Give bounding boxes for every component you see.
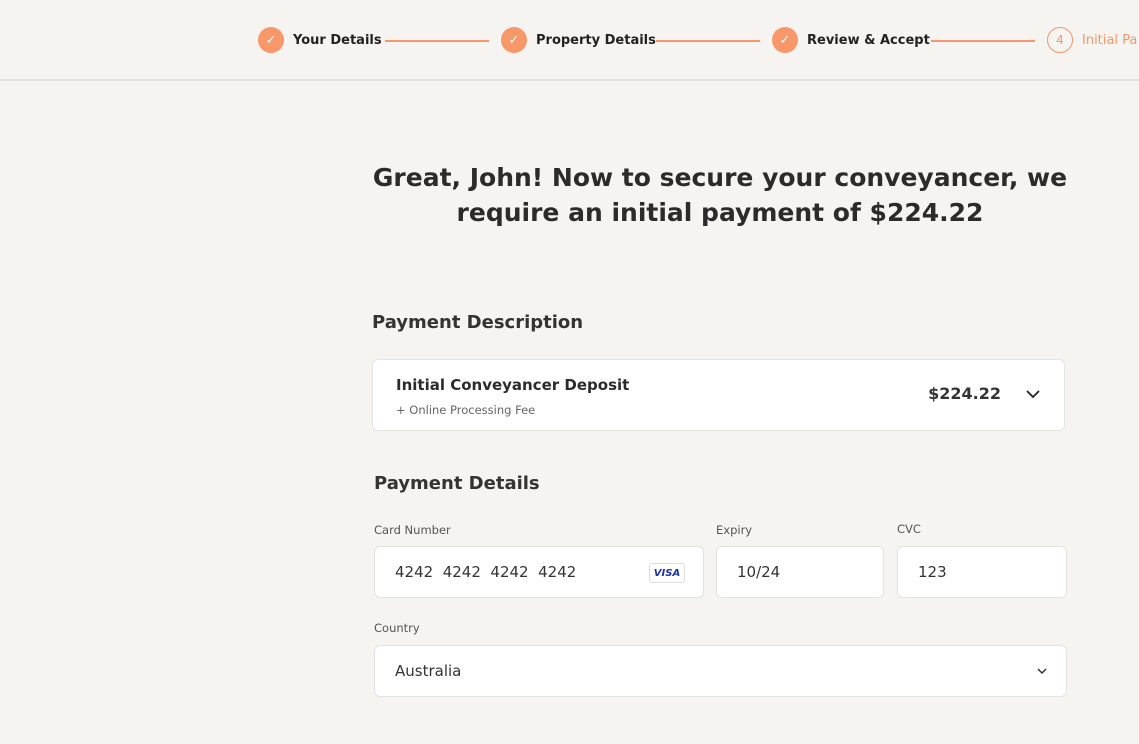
country-value: Australia [395, 662, 462, 680]
check-icon: ✓ [772, 27, 798, 53]
step-connector [385, 40, 489, 42]
check-icon: ✓ [501, 27, 527, 53]
progress-header: ✓ Your Details ✓ Property Details ✓ Revi… [0, 0, 1139, 81]
check-icon: ✓ [258, 27, 284, 53]
cvc-input[interactable]: 123 [897, 546, 1067, 598]
expiry-input[interactable]: 10/24 [716, 546, 884, 598]
step-connector [656, 40, 760, 42]
payment-description-title: Payment Description [372, 312, 584, 333]
item-amount: $224.22 [928, 384, 1001, 403]
step-initial-payment: 4 Initial Pa [1047, 27, 1137, 53]
item-subtext: + Online Processing Fee [396, 403, 536, 417]
step-connector [931, 40, 1035, 42]
visa-icon: VISA [649, 563, 685, 583]
step-property-details[interactable]: ✓ Property Details [501, 27, 656, 53]
step-number: 4 [1047, 27, 1073, 53]
card-number-value: 4242 4242 4242 4242 [395, 563, 577, 581]
cvc-label: CVC [897, 522, 921, 536]
payment-details-title: Payment Details [374, 473, 540, 494]
payment-description-card[interactable]: Initial Conveyancer Deposit + Online Pro… [372, 359, 1065, 431]
expiry-label: Expiry [716, 523, 753, 537]
card-number-input[interactable]: 4242 4242 4242 4242 VISA [374, 546, 704, 598]
chevron-down-icon [1037, 668, 1047, 675]
country-label: Country [374, 621, 420, 635]
step-review-accept[interactable]: ✓ Review & Accept [772, 27, 930, 53]
item-name: Initial Conveyancer Deposit [396, 376, 630, 394]
chevron-down-icon[interactable] [1025, 388, 1041, 400]
country-select[interactable]: Australia [374, 645, 1067, 697]
card-number-label: Card Number [374, 523, 451, 537]
step-your-details[interactable]: ✓ Your Details [258, 27, 382, 53]
page-headline: Great, John! Now to secure your conveyan… [372, 163, 1068, 227]
